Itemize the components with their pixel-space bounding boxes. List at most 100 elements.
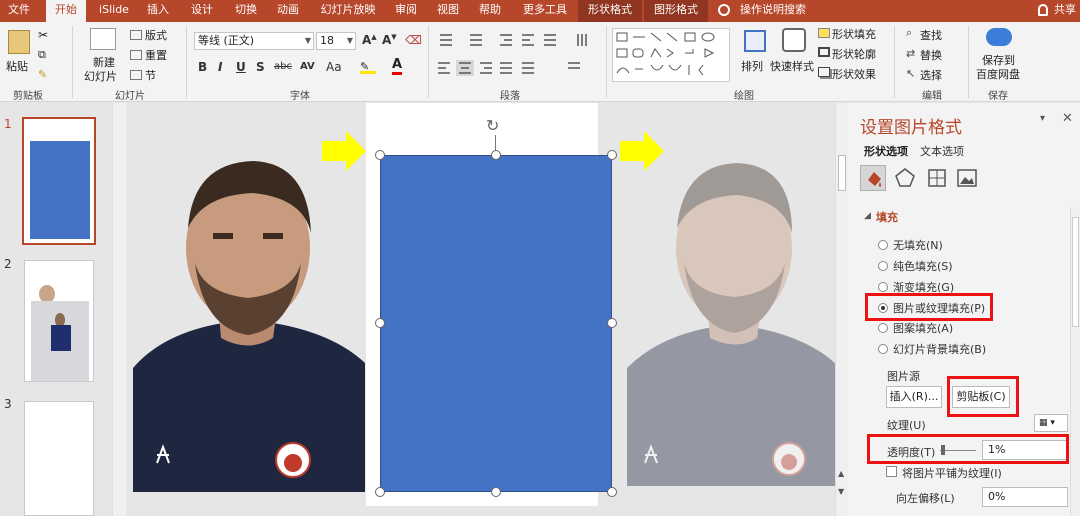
resize-handle[interactable]	[607, 487, 617, 497]
option-solid-fill[interactable]: 纯色填充(S)	[893, 258, 953, 274]
font-color-icon[interactable]: A	[392, 58, 403, 75]
alignment-icons[interactable]	[436, 60, 616, 76]
resize-handle[interactable]	[375, 150, 385, 160]
new-slide-label-2[interactable]: 幻灯片	[84, 68, 117, 84]
player-photo-original[interactable]	[133, 153, 365, 492]
tab-transitions[interactable]: 切换	[228, 0, 264, 22]
option-no-fill[interactable]: 无填充(N)	[893, 237, 943, 253]
picture-icon[interactable]	[956, 167, 978, 189]
tab-animations[interactable]: 动画	[270, 0, 306, 22]
save-to-label-2[interactable]: 百度网盘	[976, 66, 1020, 82]
scroll-down-icon[interactable]: ▼	[838, 487, 844, 496]
share-button[interactable]: 共享	[1050, 0, 1080, 22]
tab-text-options[interactable]: 文本选项	[920, 143, 964, 159]
tab-design[interactable]: 设计	[184, 0, 220, 22]
tab-graphic-format[interactable]: 图形格式	[644, 0, 708, 22]
replace-button[interactable]: 替换	[920, 47, 942, 63]
tab-view[interactable]: 视图	[430, 0, 466, 22]
tile-checkbox[interactable]	[886, 466, 897, 477]
option-pattern-fill[interactable]: 图案填充(A)	[893, 320, 953, 336]
resize-handle[interactable]	[491, 150, 501, 160]
highlight-icon[interactable]: ✎	[360, 60, 376, 74]
resize-handle[interactable]	[375, 318, 385, 328]
find-button[interactable]: 查找	[920, 27, 942, 43]
tab-insert[interactable]: 插入	[140, 0, 176, 22]
clear-format-icon[interactable]: ⌫	[405, 33, 422, 47]
tab-home[interactable]: 开始	[46, 0, 86, 22]
canvas-scrollbar[interactable]: ▲ ▼	[835, 103, 848, 516]
tell-me-search[interactable]: 操作说明搜索	[738, 0, 808, 22]
shape-effects-button[interactable]: 形状效果	[832, 66, 876, 82]
texture-picker[interactable]: ▦ ▾	[1034, 414, 1068, 432]
font-size-combo[interactable]: 18 ▼	[316, 32, 356, 50]
paste-button[interactable]: 粘贴	[6, 58, 28, 74]
scroll-up-icon[interactable]: ▲	[838, 469, 844, 478]
resize-handle[interactable]	[607, 318, 617, 328]
paragraph-list-icons[interactable]	[436, 32, 616, 48]
layout-button[interactable]: 版式	[145, 27, 167, 43]
canvas-scroll-thumb[interactable]	[838, 155, 846, 191]
option-background-fill[interactable]: 幻灯片背景填充(B)	[893, 341, 986, 357]
tab-shape-options[interactable]: 形状选项	[864, 143, 908, 159]
tab-help[interactable]: 帮助	[472, 0, 508, 22]
copy-icon[interactable]: ⧉	[38, 48, 46, 62]
resize-handle[interactable]	[375, 487, 385, 497]
offset-left-input[interactable]: 0%	[982, 487, 1068, 507]
paste-icon[interactable]	[8, 30, 30, 54]
strikethrough-button[interactable]: abc	[274, 61, 292, 72]
insert-picture-button[interactable]: 插入(R)...	[886, 386, 942, 408]
quick-styles-icon[interactable]	[782, 28, 806, 52]
tab-review[interactable]: 审阅	[388, 0, 424, 22]
shadow-button[interactable]: S	[256, 60, 265, 74]
radio-background-fill[interactable]	[878, 344, 888, 354]
decrease-font-icon[interactable]: A▼	[382, 33, 397, 47]
tab-file[interactable]: 文件	[0, 0, 38, 22]
increase-font-icon[interactable]: A▲	[362, 33, 377, 47]
select-button[interactable]: 选择	[920, 67, 942, 83]
underline-button[interactable]: U	[236, 60, 246, 74]
rotate-handle-icon[interactable]: ↻	[486, 117, 504, 135]
radio-solid-fill[interactable]	[878, 261, 888, 271]
cut-icon[interactable]: ✂	[38, 28, 48, 42]
resize-handle[interactable]	[607, 150, 617, 160]
pane-scroll-thumb[interactable]	[1072, 217, 1079, 327]
new-slide-icon[interactable]	[90, 28, 116, 50]
pane-scrollbar[interactable]	[1070, 207, 1080, 516]
pane-options-icon[interactable]: ▾	[1040, 113, 1045, 124]
radio-pattern-fill[interactable]	[878, 323, 888, 333]
collapse-icon[interactable]: ◢	[864, 211, 871, 221]
radio-no-fill[interactable]	[878, 240, 888, 250]
reset-button[interactable]: 重置	[145, 47, 167, 63]
player-photo-transparent[interactable]	[627, 153, 835, 486]
blue-rectangle-shape[interactable]	[380, 155, 612, 492]
quick-styles-button[interactable]: 快速样式	[770, 58, 814, 74]
radio-gradient-fill[interactable]	[878, 282, 888, 292]
size-properties-icon[interactable]	[926, 167, 948, 189]
baidu-cloud-icon[interactable]	[986, 28, 1012, 46]
thumbnails-scrollbar[interactable]	[112, 103, 126, 516]
format-painter-icon[interactable]: ✎	[38, 68, 47, 81]
change-case-button[interactable]: Aa	[326, 60, 342, 74]
slide-thumbnail-1[interactable]	[22, 117, 96, 245]
char-spacing-button[interactable]: AV	[300, 61, 315, 72]
font-name-combo[interactable]: 等线 (正文) ▼	[194, 32, 314, 50]
fill-section-header[interactable]: 填充	[876, 209, 898, 225]
resize-handle[interactable]	[491, 487, 501, 497]
shape-fill-button[interactable]: 形状填充	[832, 26, 876, 42]
tab-shape-format[interactable]: 形状格式	[578, 0, 642, 22]
section-button[interactable]: 节	[145, 67, 156, 83]
fill-line-icon[interactable]	[860, 165, 886, 191]
arrange-button[interactable]: 排列	[741, 58, 763, 74]
effects-icon[interactable]	[894, 167, 916, 189]
close-icon[interactable]: ✕	[1062, 111, 1073, 126]
shapes-gallery[interactable]	[612, 28, 730, 82]
tab-islide[interactable]: iSlide	[92, 0, 136, 22]
tab-slideshow[interactable]: 幻灯片放映	[314, 0, 382, 22]
slide-thumbnail-3[interactable]	[24, 401, 94, 516]
bold-button[interactable]: B	[198, 60, 207, 74]
tile-label[interactable]: 将图片平铺为纹理(I)	[902, 465, 1002, 481]
shape-outline-button[interactable]: 形状轮廓	[832, 46, 876, 62]
arrange-icon[interactable]	[744, 30, 766, 52]
italic-button[interactable]: I	[218, 60, 222, 74]
tab-more-tools[interactable]: 更多工具	[516, 0, 574, 22]
